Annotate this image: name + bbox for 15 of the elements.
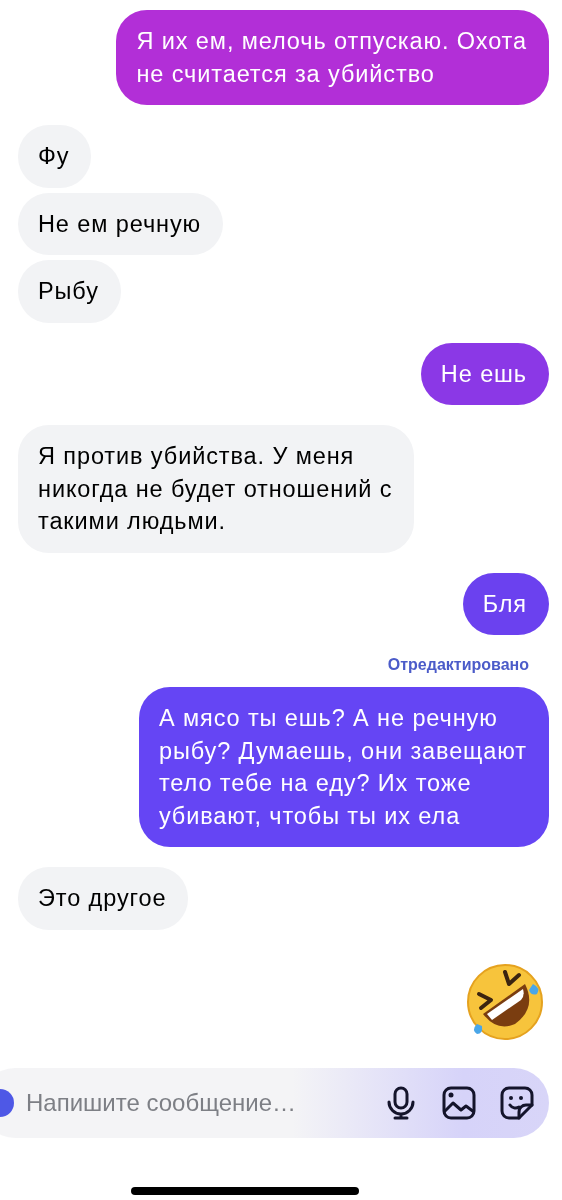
message-input[interactable]: Напишите сообщение… xyxy=(0,1068,549,1138)
sent-message-bubble: Я их ем, мелочь отпускаю. Охота не считается за убийство xyxy=(116,10,549,105)
received-message-bubble: Не ем речную xyxy=(18,192,224,255)
edited-label: Отредактировано xyxy=(387,655,529,675)
sent-message-bubble: Не ешь xyxy=(420,342,549,405)
received-message-bubble: Рыбу xyxy=(18,260,121,323)
laughing-emoji-icon xyxy=(465,961,545,1042)
sticker-icon[interactable] xyxy=(499,1085,535,1121)
received-message-bubble: Я против убийства. У меня никогда не будет отношений с такими людьми. xyxy=(18,425,415,553)
sent-message-bubble: Бля xyxy=(462,572,549,635)
message-input-text[interactable]: Напишите сообщение… xyxy=(24,1088,361,1118)
received-message-bubble: Это другое xyxy=(18,867,189,930)
sent-message-bubble: А мясо ты ешь? А не речную рыбу? Думаешь, они завещают тело тебе на еду? Их тоже убивают, чтобы ты их ела xyxy=(138,687,549,847)
received-message-bubble: Фу xyxy=(18,125,92,188)
image-icon[interactable] xyxy=(441,1085,477,1121)
